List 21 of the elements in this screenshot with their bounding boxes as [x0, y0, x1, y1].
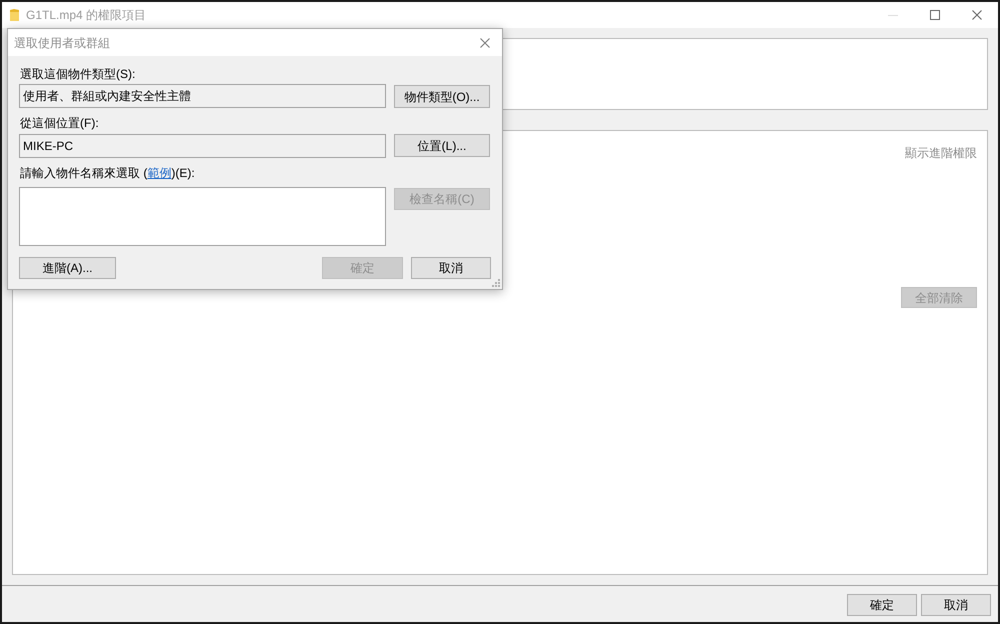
- cancel-button[interactable]: 取消: [411, 257, 491, 279]
- window-title: G1TL.mp4 的權限項目: [26, 7, 146, 24]
- advanced-button[interactable]: 進階(A)...: [19, 257, 116, 279]
- object-names-label: 請輸入物件名稱來選取 (範例)(E):: [20, 165, 195, 181]
- location-label: 從這個位置(F):: [20, 115, 99, 131]
- examples-link[interactable]: 範例: [147, 166, 172, 180]
- maximize-icon: [930, 10, 940, 20]
- folder-icon: [10, 9, 19, 21]
- locations-button[interactable]: 位置(L)...: [394, 134, 490, 157]
- location-field[interactable]: MIKE-PC: [19, 134, 386, 158]
- close-icon: [480, 38, 490, 48]
- object-names-field[interactable]: [19, 187, 386, 246]
- ok-button[interactable]: 確定: [847, 594, 917, 616]
- object-types-button[interactable]: 物件類型(O)...: [394, 85, 490, 108]
- minimize-icon: [888, 14, 898, 16]
- close-icon: [972, 10, 982, 20]
- resize-grip-icon[interactable]: [492, 279, 500, 287]
- cancel-button[interactable]: 取消: [921, 594, 991, 616]
- dialog-title: 選取使用者或群組: [14, 34, 110, 52]
- object-type-field[interactable]: 使用者、群組或內建安全性主體: [19, 84, 386, 108]
- object-type-label: 選取這個物件類型(S):: [20, 66, 136, 82]
